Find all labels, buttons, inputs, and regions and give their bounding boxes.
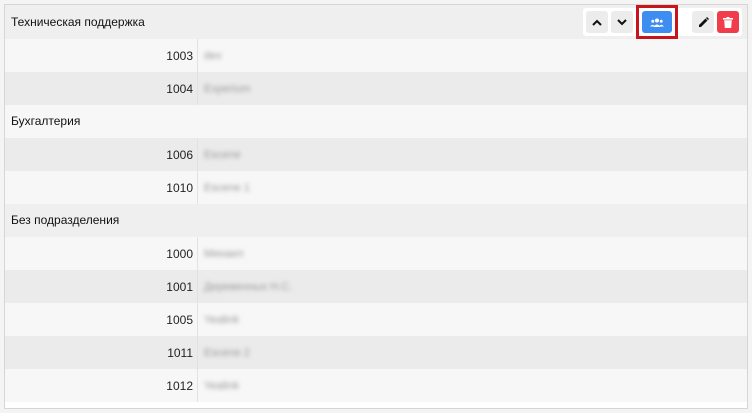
chevron-down-icon bbox=[617, 18, 627, 26]
move-down-button[interactable] bbox=[611, 11, 633, 33]
extension-number: 1000 bbox=[166, 246, 193, 261]
list-item[interactable]: 1005 Yealink bbox=[5, 303, 747, 336]
group-title: Техническая поддержка bbox=[11, 15, 145, 29]
extension-number: 1003 bbox=[166, 48, 193, 63]
list-item[interactable]: 1012 Yealink bbox=[5, 369, 747, 402]
extension-name: Михаил bbox=[204, 247, 244, 260]
group-title: Бухгалтерия bbox=[11, 114, 81, 128]
edit-button[interactable] bbox=[692, 11, 714, 33]
extension-name: Experium bbox=[204, 82, 251, 95]
list-item[interactable]: 1011 Escene 2 bbox=[5, 336, 747, 369]
list-item[interactable]: 1001 Деревенных Н.С. bbox=[5, 270, 747, 303]
chevron-up-icon bbox=[592, 19, 602, 26]
department-extensions-panel: Техническая поддержка 1003 dev 1004 Expe… bbox=[4, 4, 748, 409]
extension-number: 1004 bbox=[166, 81, 193, 96]
group-header: Техническая поддержка bbox=[5, 5, 747, 39]
extension-name: Yealink bbox=[204, 379, 240, 392]
highlight-box bbox=[636, 5, 678, 39]
extension-number: 1012 bbox=[166, 378, 193, 393]
trash-icon bbox=[723, 16, 733, 28]
extension-number: 1005 bbox=[166, 312, 193, 327]
delete-button[interactable] bbox=[717, 11, 739, 33]
extension-name: Yealink bbox=[204, 313, 240, 326]
extension-number: 1006 bbox=[166, 147, 193, 162]
extension-number: 1001 bbox=[166, 279, 193, 294]
group-users-icon bbox=[650, 18, 664, 27]
list-item[interactable]: 1003 dev bbox=[5, 39, 747, 72]
group-header: Без подразделения bbox=[5, 204, 747, 237]
pencil-icon bbox=[698, 16, 709, 28]
group-members-button[interactable] bbox=[642, 11, 672, 33]
group-actions bbox=[583, 5, 742, 39]
extension-name: dev bbox=[204, 49, 222, 62]
group-header: Бухгалтерия bbox=[5, 105, 747, 138]
extension-name: Деревенных Н.С. bbox=[204, 280, 293, 293]
list-item[interactable]: 1004 Experium bbox=[5, 72, 747, 105]
extension-name: Escene 2 bbox=[204, 346, 250, 359]
extension-name: Escene bbox=[204, 148, 241, 161]
extension-name: Escene 1 bbox=[204, 181, 250, 194]
move-up-button[interactable] bbox=[586, 11, 608, 33]
extension-number: 1011 bbox=[167, 345, 193, 360]
list-item[interactable]: 1000 Михаил bbox=[5, 237, 747, 270]
list-item[interactable]: 1006 Escene bbox=[5, 138, 747, 171]
extension-number: 1010 bbox=[166, 180, 193, 195]
list-item[interactable]: 1010 Escene 1 bbox=[5, 171, 747, 204]
group-title: Без подразделения bbox=[11, 213, 120, 227]
